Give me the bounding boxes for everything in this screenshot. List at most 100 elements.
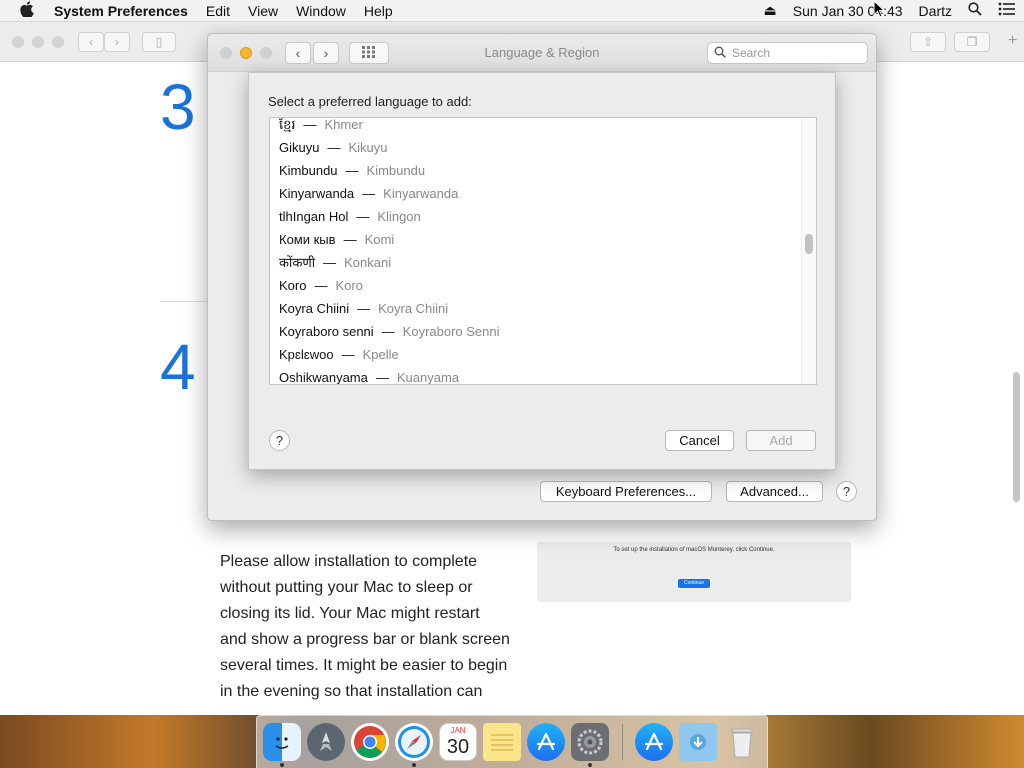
list-item[interactable]: ខ្មែរ — Khmer — [279, 117, 363, 136]
calendar-month: JAN — [450, 726, 466, 735]
language-english-name: Khmer — [324, 117, 363, 132]
system-preferences-icon[interactable] — [571, 723, 609, 761]
language-native-name: Kimbundu — [279, 163, 338, 178]
language-english-name: Kpelle — [362, 347, 399, 362]
finder-running-indicator — [280, 763, 284, 767]
menu-app-name[interactable]: System Preferences — [54, 3, 197, 19]
menu-window[interactable]: Window — [287, 3, 355, 19]
forward-chevron-icon[interactable]: › — [313, 42, 339, 64]
app-store-icon[interactable] — [527, 723, 565, 761]
spotlight-search-icon[interactable] — [960, 2, 990, 19]
language-native-name: Koyraboro senni — [279, 324, 374, 339]
language-english-name: Koyraboro Senni — [402, 324, 500, 339]
new-tab-icon[interactable]: + — [1008, 32, 1017, 50]
search-placeholder: Search — [732, 46, 771, 60]
trash-icon[interactable] — [723, 723, 761, 761]
language-separator: — — [381, 324, 395, 339]
app-store-download-icon[interactable] — [635, 723, 673, 761]
sheet-prompt: Select a preferred language to add: — [268, 94, 472, 109]
window-minimize-button[interactable] — [240, 47, 252, 59]
language-english-name: Klingon — [377, 209, 421, 224]
menu-help[interactable]: Help — [355, 3, 402, 19]
browser-forward-icon[interactable]: › — [104, 32, 130, 52]
dock-divider — [622, 724, 623, 760]
window-toolbar: ‹ › Language & Region Search — [208, 34, 876, 72]
back-chevron-icon[interactable]: ‹ — [285, 42, 311, 64]
launchpad-icon[interactable] — [307, 723, 345, 761]
list-item[interactable]: tlhIngan Hol — Klingon — [279, 205, 421, 228]
safari-running-indicator — [412, 763, 416, 767]
list-item[interactable]: Koyra Chiini — Koyra Chiini — [279, 297, 448, 320]
language-english-name: Konkani — [344, 255, 392, 270]
list-item[interactable]: Коми кыв — Komi — [279, 228, 394, 251]
language-separator: — — [375, 370, 389, 385]
language-list-scrollbar[interactable] — [801, 118, 816, 384]
finder-icon[interactable] — [263, 723, 301, 761]
menu-view[interactable]: View — [239, 3, 287, 19]
tabs-overview-icon[interactable]: ❐ — [954, 32, 990, 52]
list-item[interactable]: Oshikwanyama — Kuanyama — [279, 366, 459, 385]
browser-back-icon[interactable]: ‹ — [78, 32, 104, 52]
language-english-name: Kimbundu — [366, 163, 426, 178]
language-english-name: Kikuyu — [348, 140, 388, 155]
list-item[interactable]: कोंकणी — Konkani — [279, 251, 391, 274]
language-separator: — — [303, 117, 317, 132]
list-item[interactable]: Kinyarwanda — Kinyarwanda — [279, 182, 458, 205]
browser-zoom-button[interactable] — [52, 36, 64, 48]
mouse-cursor-icon — [873, 0, 886, 23]
sheet-help-button[interactable]: ? — [269, 430, 290, 451]
language-english-name: Koro — [335, 278, 363, 293]
language-english-name: Komi — [364, 232, 395, 247]
calendar-icon[interactable]: JAN 30 — [439, 723, 477, 761]
notification-center-icon[interactable] — [990, 2, 1024, 19]
chrome-icon[interactable] — [351, 723, 389, 761]
menubar-clock[interactable]: Sun Jan 30 04:43 — [785, 3, 911, 19]
language-native-name: Koyra Chiini — [279, 301, 350, 316]
list-item[interactable]: Kimbundu — Kimbundu — [279, 159, 425, 182]
step-number-4: 4 — [160, 331, 196, 403]
language-english-name: Koyra Chiini — [378, 301, 449, 316]
window-zoom-button[interactable] — [260, 47, 272, 59]
menu-bar: System Preferences Edit View Window Help… — [0, 0, 1024, 22]
menubar-user[interactable]: Dartz — [911, 3, 960, 19]
safari-icon[interactable] — [395, 723, 433, 761]
show-all-grid-icon[interactable] — [349, 42, 389, 64]
downloads-folder-icon[interactable] — [679, 723, 717, 761]
list-item[interactable]: Gikuyu — Kikuyu — [279, 136, 388, 159]
language-native-name: Коми кыв — [279, 232, 336, 247]
keyboard-preferences-button[interactable]: Keyboard Preferences... — [540, 481, 712, 502]
language-separator: — — [356, 209, 370, 224]
preferences-search-input[interactable]: Search — [707, 42, 868, 64]
language-list[interactable]: ខ្មែរ — Khmer Gikuyu — Kikuyu Kimbundu — Kimbu… — [269, 117, 817, 385]
sidebar-toggle-icon[interactable]: ▯ — [142, 32, 176, 52]
language-separator: — — [341, 347, 355, 362]
language-separator: — — [314, 278, 328, 293]
language-list-scroll-thumb[interactable] — [805, 234, 813, 254]
browser-close-button[interactable] — [12, 36, 24, 48]
article-paragraph: Please allow installation to complete wi… — [220, 553, 510, 700]
list-item[interactable]: Koyraboro senni — Koyraboro Senni — [279, 320, 500, 343]
add-language-sheet: Select a preferred language to add: ខ្មែ… — [248, 72, 836, 470]
browser-minimize-button[interactable] — [32, 36, 44, 48]
list-item[interactable]: Koro — Koro — [279, 274, 363, 297]
language-native-name: tlhIngan Hol — [279, 209, 349, 224]
language-native-name: Kpɛlɛwoo — [279, 347, 334, 362]
installer-screenshot-image: To set up the installation of macOS Mont… — [537, 542, 851, 602]
add-button[interactable]: Add — [746, 430, 816, 451]
window-close-button[interactable] — [220, 47, 232, 59]
language-native-name: कोंकणी — [279, 255, 316, 270]
share-icon[interactable]: ⇧ — [910, 32, 946, 52]
browser-scrollbar[interactable] — [1013, 372, 1020, 502]
language-native-name: Kinyarwanda — [279, 186, 355, 201]
calendar-day: 30 — [446, 736, 470, 758]
list-item[interactable]: Kpɛlɛwoo — Kpelle — [279, 343, 399, 366]
notes-icon[interactable] — [483, 723, 521, 761]
apple-menu-icon[interactable] — [0, 0, 54, 21]
advanced-button[interactable]: Advanced... — [726, 481, 823, 502]
menu-edit[interactable]: Edit — [197, 3, 239, 19]
cancel-button[interactable]: Cancel — [665, 430, 734, 451]
eject-icon[interactable]: ⏏ — [756, 2, 785, 19]
search-icon — [714, 44, 726, 64]
language-native-name: Gikuyu — [279, 140, 320, 155]
window-help-button[interactable]: ? — [836, 481, 857, 502]
